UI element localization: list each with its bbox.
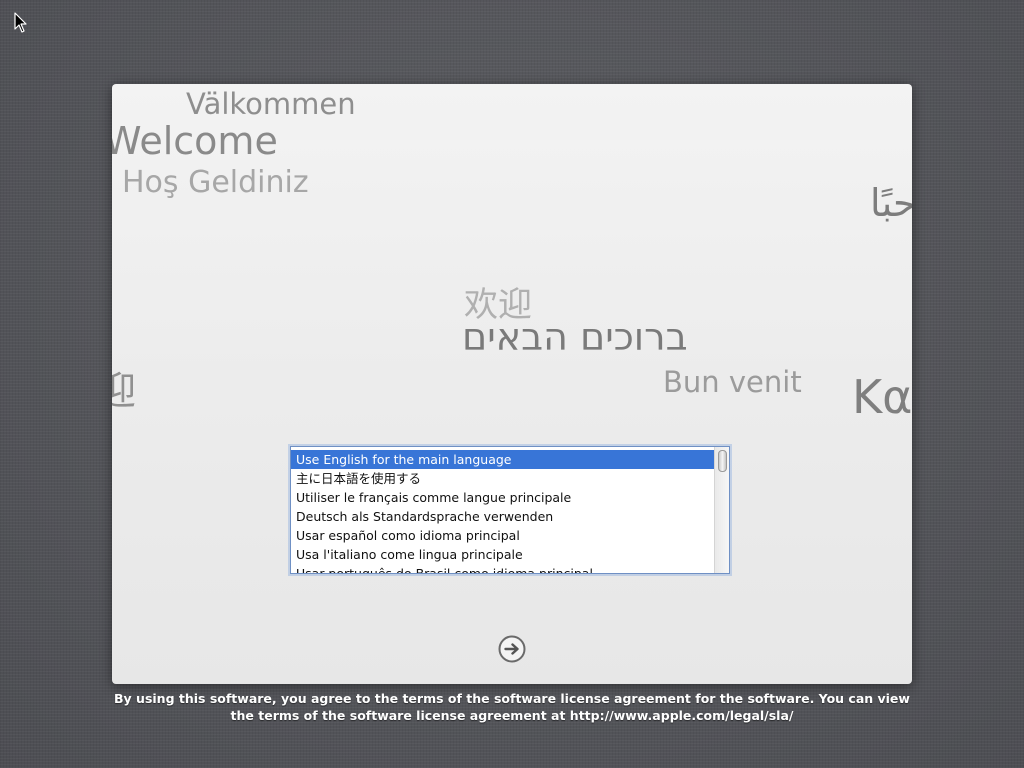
greeting-left-partial: 迎	[112, 369, 137, 413]
arrow-right-circle-icon	[498, 635, 526, 663]
language-list: Use English for the main language 主に日本語を…	[291, 450, 715, 573]
license-line-1: By using this software, you agree to the…	[114, 691, 910, 706]
language-option[interactable]: Usar português do Brasil como idioma pri…	[291, 564, 715, 573]
language-list-scrollbar[interactable]	[714, 447, 729, 573]
language-option[interactable]: Deutsch als Standardsprache verwenden	[291, 507, 715, 526]
language-listbox[interactable]: Use English for the main language 主に日本語を…	[290, 446, 730, 574]
greeting-hos-geldiniz: Hoş Geldiniz	[122, 165, 309, 200]
mouse-pointer-icon	[14, 12, 27, 33]
language-option[interactable]: Usa l'italiano come lingua principale	[291, 545, 715, 564]
greeting-arabic: مرحبًا	[870, 181, 912, 225]
language-option[interactable]: Use English for the main language	[291, 450, 715, 469]
greeting-hebrew: ברוכים הבאים	[462, 315, 688, 359]
license-line-2: the terms of the software license agreem…	[230, 708, 794, 723]
language-option[interactable]: Utiliser le français comme langue princi…	[291, 488, 715, 507]
welcome-panel: Välkommen Welcome Hoş Geldiniz مرحبًا 欢迎…	[112, 84, 912, 684]
greeting-valkommen: Välkommen	[186, 87, 356, 121]
language-option[interactable]: 主に日本語を使用する	[291, 469, 715, 488]
language-option[interactable]: Usar español como idioma principal	[291, 526, 715, 545]
greeting-greek: Καλώς	[852, 370, 912, 424]
greeting-bun-venit: Bun venit	[663, 365, 802, 399]
greeting-welcome: Welcome	[112, 119, 278, 163]
continue-button[interactable]	[497, 634, 527, 664]
license-notice: By using this software, you agree to the…	[112, 690, 912, 724]
scrollbar-thumb[interactable]	[718, 450, 727, 472]
